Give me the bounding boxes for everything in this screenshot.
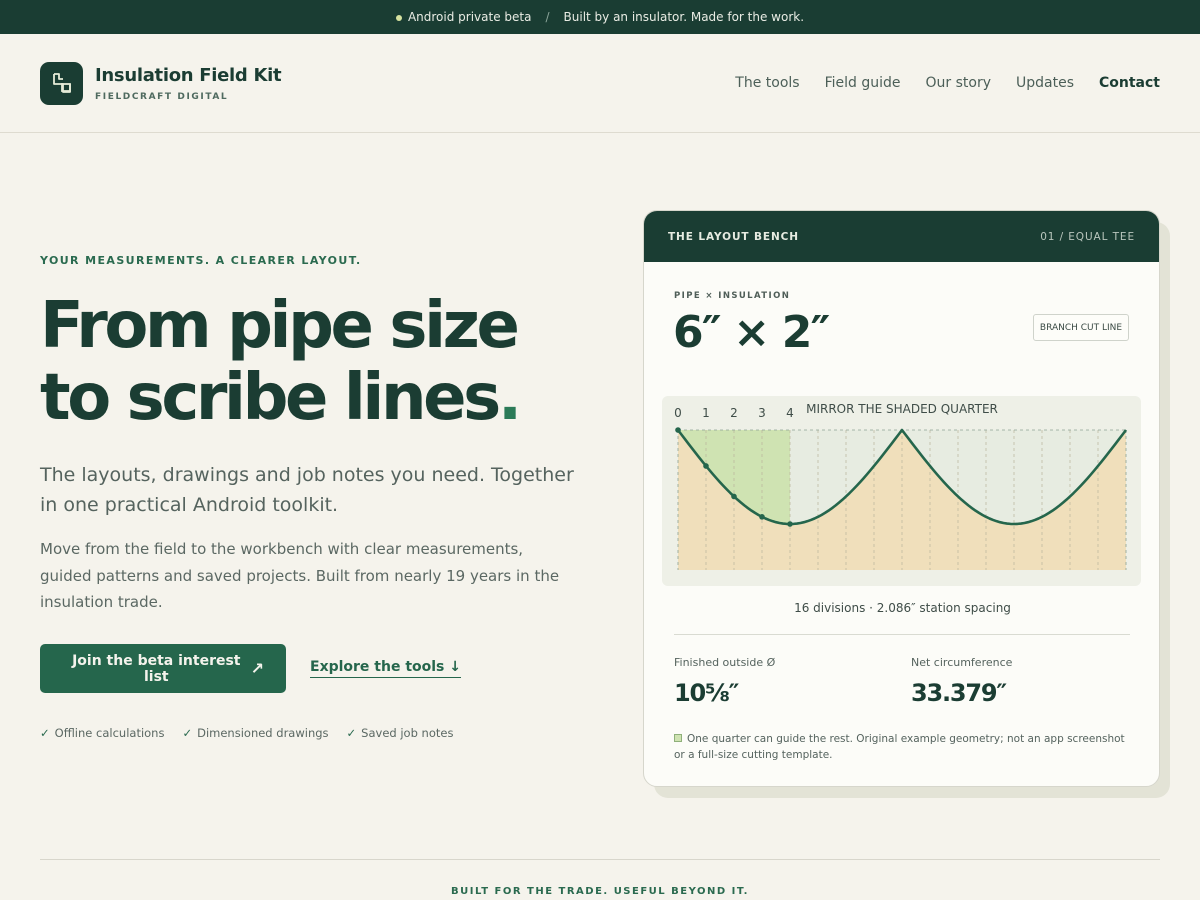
nav-updates[interactable]: Updates: [1016, 75, 1074, 91]
feature-label: Dimensioned drawings: [197, 726, 329, 740]
hero-eyebrow: YOUR MEASUREMENTS. A CLEARER LAYOUT.: [40, 254, 362, 267]
pipe-size: 6″ × 2″: [673, 307, 830, 358]
layout-bench-card: THE LAYOUT BENCH 01 / EQUAL TEE PIPE × I…: [643, 210, 1160, 787]
arrow-down-icon: ↓: [449, 659, 462, 675]
card-step: 01 / EQUAL TEE: [1040, 230, 1135, 243]
site-header: Insulation Field Kit FIELDCRAFT DIGITAL …: [0, 34, 1200, 133]
topbar-tagline: Built by an insulator. Made for the work…: [563, 10, 805, 24]
headline-period: .: [497, 361, 522, 435]
stat-net-circumference: Net circumference 33.379″: [911, 656, 1012, 707]
nav-field-guide[interactable]: Field guide: [825, 75, 901, 91]
station-label: 4: [786, 406, 794, 420]
feature-item: ✓ Saved job notes: [347, 726, 454, 740]
brand-logo[interactable]: [40, 61, 83, 105]
topbar-separator: /: [545, 10, 550, 24]
announcement-bar: Android private beta / Built by an insul…: [0, 0, 1200, 34]
explore-tools-label: Explore the tools: [310, 659, 445, 675]
stat-outside-diameter: Finished outside Ø 10⅝″: [674, 656, 775, 707]
shaded-quarter-swatch-icon: [674, 734, 682, 742]
join-beta-label: Join the beta interest list: [72, 652, 241, 685]
check-icon: ✓: [182, 726, 193, 740]
stat-value: 10⅝″: [674, 679, 739, 707]
card-divider: [674, 634, 1130, 635]
hero-body: Move from the field to the workbench wit…: [40, 540, 560, 611]
join-beta-button[interactable]: Join the beta interest list ↗: [40, 644, 286, 693]
feature-item: ✓ Dimensioned drawings: [182, 726, 328, 740]
stat-value: 33.379″: [911, 679, 1007, 707]
feature-item: ✓ Offline calculations: [40, 726, 164, 740]
nav-contact[interactable]: Contact: [1099, 75, 1160, 91]
tee-layout-svg: 0 1 2 3 4 MIRROR THE SHADED QUARTER: [674, 402, 1128, 570]
nav-the-tools[interactable]: The tools: [735, 75, 799, 91]
station-point: [675, 427, 681, 433]
station-label: 1: [702, 406, 710, 420]
station-label: 2: [730, 406, 738, 420]
nav-our-story[interactable]: Our story: [926, 75, 992, 91]
section-divider: [40, 859, 1160, 860]
brand: Insulation Field Kit FIELDCRAFT DIGITAL: [95, 65, 282, 102]
station-point: [759, 514, 765, 520]
pipe-label: PIPE × INSULATION: [674, 291, 791, 301]
beta-badge: Android private beta: [395, 10, 532, 24]
station-point: [731, 493, 737, 500]
status-dot-icon: [395, 15, 402, 21]
divisions-text: 16 divisions · 2.086″ station spacing: [794, 601, 1011, 615]
stat-label: Finished outside Ø: [674, 656, 776, 669]
stat-label: Net circumference: [911, 656, 1013, 669]
diagram-caption: MIRROR THE SHADED QUARTER: [806, 402, 998, 416]
card-note: One quarter can guide the rest. Original…: [674, 731, 1134, 763]
headline-line-2: to scribe lines: [40, 361, 501, 435]
main-nav: The tools Field guide Our story Updates …: [735, 75, 1160, 91]
station-point: [787, 521, 793, 527]
pipe-elbow-icon: [52, 73, 71, 93]
station-label: 0: [674, 406, 682, 420]
station-label: 3: [758, 406, 766, 420]
tee-layout-diagram: 0 1 2 3 4 MIRROR THE SHADED QUARTER: [662, 396, 1141, 586]
feature-list: ✓ Offline calculations ✓ Dimensioned drawi…: [40, 726, 453, 740]
brand-subtitle: FIELDCRAFT DIGITAL: [95, 91, 229, 102]
card-title: THE LAYOUT BENCH: [668, 230, 799, 243]
check-icon: ✓: [40, 726, 50, 740]
check-icon: ✓: [346, 726, 357, 740]
card-header: THE LAYOUT BENCH 01 / EQUAL TEE: [644, 211, 1159, 262]
brand-name[interactable]: Insulation Field Kit: [95, 65, 282, 86]
branch-cut-line-button[interactable]: BRANCH CUT LINE: [1033, 314, 1129, 341]
feature-label: Saved job notes: [361, 726, 454, 740]
explore-tools-link[interactable]: Explore the tools ↓: [310, 659, 462, 678]
hero-headline: From pipe size to scribe lines.: [40, 289, 522, 435]
headline-line-1: From pipe size: [40, 289, 520, 363]
arrow-up-right-icon: ↗: [250, 659, 264, 678]
card-note-text: One quarter can guide the rest. Original…: [674, 733, 1125, 761]
hero-lede: The layouts, drawings and job notes you …: [40, 464, 574, 516]
feature-label: Offline calculations: [54, 726, 165, 740]
beta-badge-label: Android private beta: [407, 10, 532, 24]
section-eyebrow: BUILT FOR THE TRADE. USEFUL BEYOND IT.: [451, 886, 749, 897]
station-point: [703, 463, 709, 469]
